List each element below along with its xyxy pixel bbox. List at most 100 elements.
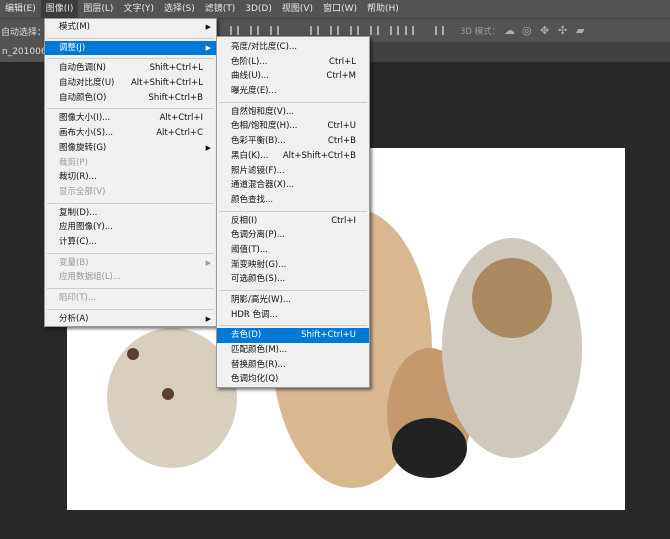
menu-item-label: 自动颜色(O) [59,92,107,103]
menu-item[interactable]: 裁切(R)... [45,170,216,185]
menu-item-label: 去色(D) [231,330,262,341]
menu-item[interactable]: 色阶(L)... Ctrl+L [217,55,369,70]
menu-item[interactable]: 分析(A) ▶ [45,312,216,327]
menu-item-shortcut: Shift+Ctrl+U [301,330,356,341]
menu-item[interactable]: 颜色查找... [217,193,369,208]
document-tab[interactable]: n_20100624 [0,42,50,62]
distribute-icon[interactable] [350,26,359,35]
menu-item-label: 黑白(K)... [231,150,269,161]
menu-item[interactable]: 色彩平衡(B)... Ctrl+B [217,134,369,149]
menu-item[interactable]: 色调分离(P)... [217,228,369,243]
menu-6[interactable]: 3D(D) [240,0,277,18]
menu-item[interactable]: 计算(C)... [45,235,216,250]
menu-item-label: HDR 色调... [231,309,278,320]
menu-7[interactable]: 视图(V) [277,0,318,18]
menu-item-label: 裁剪(P) [59,157,88,168]
menu-item-shortcut: Alt+Ctrl+C [156,128,203,139]
menu-item[interactable]: 图像旋转(G) ▶ [45,141,216,156]
menu-item-label: 可选颜色(S)... [231,274,286,285]
menu-item-label: 变量(B) [59,257,89,268]
submenu-arrow-icon: ▶ [205,143,211,152]
distribute-icon[interactable] [370,26,379,35]
3d-slide-icon[interactable]: ✣ [558,24,567,37]
3d-roll-icon[interactable]: ◎ [522,24,532,37]
menu-item-label: 显示全部(V) [59,186,106,197]
menu-separator [47,37,214,39]
menu-3[interactable]: 文字(Y) [118,0,159,18]
menu-item[interactable]: 亮度/对比度(C)... [217,40,369,55]
menu-item[interactable]: 曲线(U)... Ctrl+M [217,69,369,84]
menu-item[interactable]: 阈值(T)... [217,243,369,258]
menu-0[interactable]: 编辑(E) [0,0,41,18]
align-icon[interactable] [270,26,279,35]
menu-item-label: 色相/饱和度(H)... [231,121,298,132]
menu-item-shortcut: Ctrl+L [329,56,356,67]
menu-item-label: 计算(C)... [59,236,97,247]
menu-item[interactable]: 图像大小(I)... Alt+Ctrl+I [45,111,216,126]
3d-rotate-icon[interactable]: ☁ [504,24,515,37]
menu-bar: 编辑(E) 图像(I) 图层(L) 文字(Y) 选择(S) 滤镜(T) 3D(D) 视图(V)… [0,0,670,18]
menu-4[interactable]: 选择(S) [159,0,200,18]
menu-item[interactable]: 色相/饱和度(H)... Ctrl+U [217,119,369,134]
distribute-icon[interactable] [390,26,399,35]
distribute-icon[interactable] [405,26,414,35]
menu-item: 陷印(T)... [45,291,216,306]
menu-item[interactable]: 自动色调(N) Shift+Ctrl+L [45,61,216,76]
menu-item: 裁剪(P) [45,156,216,171]
submenu-arrow-icon: ▶ [205,43,211,52]
distribute-icon[interactable] [330,26,339,35]
menu-item-label: 颜色查找... [231,194,274,205]
menu-item[interactable]: 匹配颜色(M)... [217,343,369,358]
menu-item[interactable]: 自动对比度(U) Alt+Shift+Ctrl+L [45,76,216,91]
menu-separator [47,202,214,204]
menu-item[interactable]: 色调均化(Q) [217,372,369,387]
menu-item[interactable]: 自动颜色(O) Shift+Ctrl+B [45,91,216,106]
menu-item-label: 画布大小(S)... [59,128,114,139]
menu-item[interactable]: HDR 色调... [217,308,369,323]
menu-item[interactable]: 阴影/高光(W)... [217,293,369,308]
3d-camera-icon[interactable]: ▰ [576,24,584,37]
menu-item[interactable]: 应用图像(Y)... [45,220,216,235]
menu-8[interactable]: 窗口(W) [318,0,362,18]
menu-item-shortcut: Ctrl+M [326,71,356,82]
menu-item-label: 分析(A) [59,313,89,324]
menu-item-label: 复制(D)... [59,207,98,218]
menu-item-label: 自动对比度(U) [59,78,115,89]
menu-5[interactable]: 滤镜(T) [200,0,241,18]
menu-item-shortcut: Shift+Ctrl+B [148,92,203,103]
menu-item[interactable]: 去色(D) Shift+Ctrl+U [217,328,369,344]
menu-item[interactable]: 可选颜色(S)... [217,272,369,287]
align-icon[interactable] [250,26,259,35]
menu-item-label: 应用图像(Y)... [59,222,113,233]
menu-item[interactable]: 照片滤镜(F)... [217,164,369,179]
menu-item[interactable]: 曝光度(E)... [217,84,369,99]
menu-item-label: 曝光度(E)... [231,86,277,97]
menu-item[interactable]: 模式(M) ▶ [45,20,216,35]
menu-item-shortcut: Ctrl+B [327,136,356,147]
menu-item-label: 照片滤镜(F)... [231,165,285,176]
menu-item[interactable]: 反相(I) Ctrl+I [217,214,369,229]
menu-1[interactable]: 图像(I) [40,0,79,18]
menu-item-label: 自动色调(N) [59,63,106,74]
menu-item[interactable]: 调整(J) ▶ [45,40,216,56]
menu-item[interactable]: 自然饱和度(V)... [217,105,369,120]
menu-item[interactable]: 黑白(K)... Alt+Shift+Ctrl+B [217,149,369,164]
menu-item[interactable]: 通道混合器(X)... [217,178,369,193]
menu-item-shortcut: Alt+Shift+Ctrl+L [130,78,203,89]
align-icon[interactable] [230,26,239,35]
menu-item-label: 色调均化(Q) [231,374,279,385]
distribute-icon[interactable] [310,26,319,35]
menu-item[interactable]: 替换颜色(R)... [217,358,369,373]
menu-item-label: 陷印(T)... [59,293,96,303]
menu-separator [47,252,214,254]
3d-mode-label: 3D 模式： [460,27,501,37]
menu-2[interactable]: 图层(L) [78,0,118,18]
menu-item-label: 曲线(U)... [231,71,269,82]
menu-item[interactable]: 复制(D)... [45,206,216,221]
menu-9[interactable]: 帮助(H) [362,0,404,18]
menu-item-label: 渐变映射(G)... [231,259,287,270]
auto-align-icon[interactable] [435,26,444,35]
3d-pan-icon[interactable]: ✥ [540,24,549,37]
menu-item[interactable]: 渐变映射(G)... [217,258,369,273]
menu-item[interactable]: 画布大小(S)... Alt+Ctrl+C [45,126,216,141]
